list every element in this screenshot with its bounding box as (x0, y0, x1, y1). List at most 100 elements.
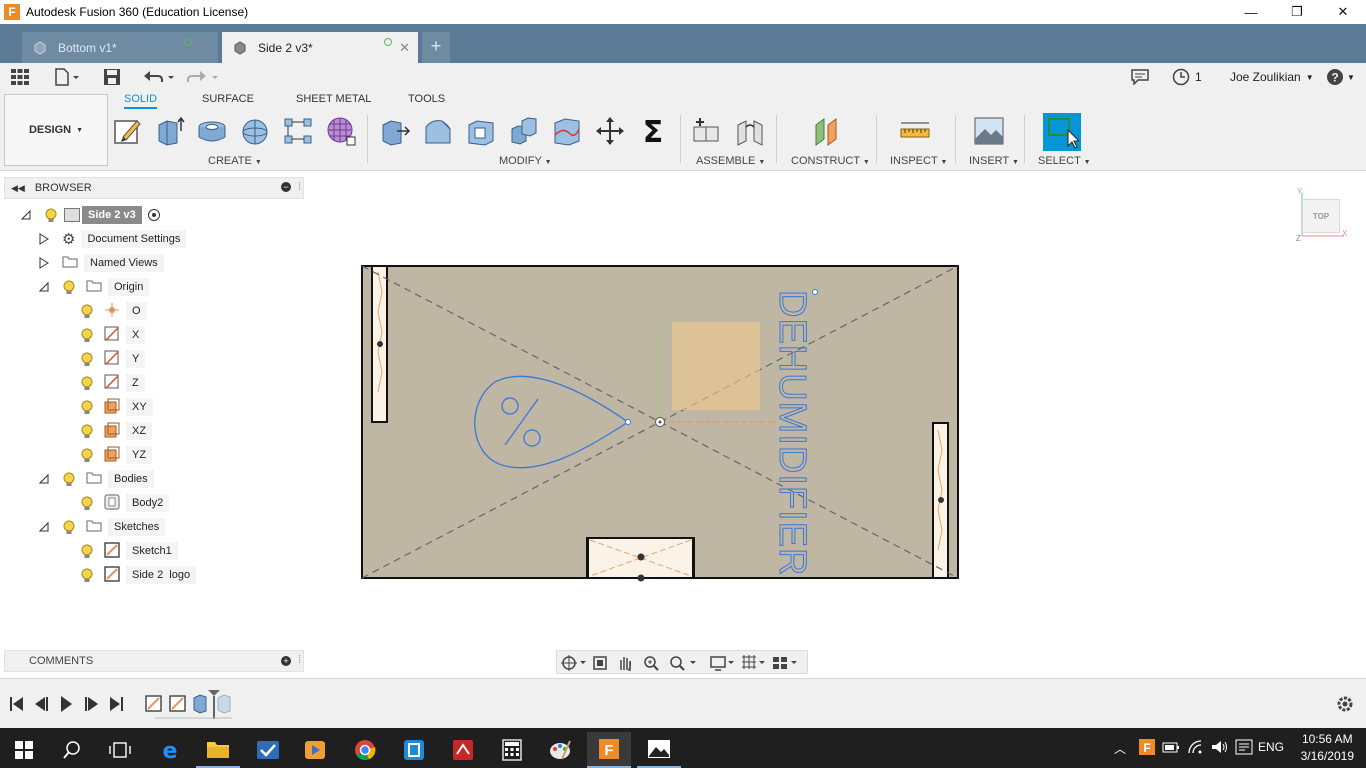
save-button[interactable] (103, 67, 121, 87)
visibility-bulb-icon[interactable] (62, 519, 76, 535)
browser-panel-header[interactable]: ◀◀ BROWSER − ⁞ (4, 177, 304, 199)
tree-item-z-axis[interactable]: Z (80, 372, 145, 394)
tree-root[interactable]: Side 2 v3 (20, 204, 160, 226)
insert-group-menu[interactable]: INSERT ▼ (969, 155, 1019, 167)
construct-group-menu[interactable]: CONSTRUCT ▼ (791, 155, 870, 167)
edge-app[interactable]: e (148, 732, 192, 768)
tree-item-named-views[interactable]: Named Views (38, 252, 164, 274)
tab-sheet-metal[interactable]: SHEET METAL (296, 93, 371, 105)
tree-item-sketches[interactable]: Sketches (38, 516, 166, 538)
tree-item-xz-plane[interactable]: XZ (80, 420, 153, 442)
start-button[interactable] (2, 732, 46, 768)
timeline-sketch-icon[interactable] (145, 695, 162, 712)
expand-triangle-icon[interactable] (38, 233, 50, 245)
visibility-bulb-icon[interactable] (80, 447, 94, 463)
chrome-app[interactable] (343, 732, 387, 768)
fusion-360-app[interactable]: F (587, 732, 631, 768)
battery-icon[interactable] (1162, 740, 1180, 754)
step-forward-icon[interactable] (85, 697, 98, 711)
collapse-triangle-icon[interactable] (20, 209, 32, 221)
create-group-menu[interactable]: CREATE ▼ (208, 155, 262, 167)
fit-icon[interactable] (670, 656, 696, 671)
form-button[interactable] (324, 114, 358, 148)
visibility-bulb-icon[interactable] (80, 567, 94, 583)
close-tab-icon[interactable]: ✕ (199, 40, 210, 56)
measure-button[interactable] (898, 114, 932, 148)
expand-triangle-icon[interactable] (38, 257, 50, 269)
orbit-icon[interactable] (561, 655, 586, 671)
red-app[interactable] (441, 732, 485, 768)
step-back-icon[interactable] (35, 697, 48, 711)
tree-item-side-2-logo[interactable]: Side 2 logo (80, 564, 197, 586)
visibility-bulb-icon[interactable] (62, 279, 76, 295)
help-button[interactable]: ? ▼ (1326, 67, 1355, 87)
assemble-group-menu[interactable]: ASSEMBLE ▼ (696, 155, 765, 167)
panel-grip-icon[interactable]: ⁞ (298, 181, 301, 193)
close-tab-icon[interactable]: ✕ (399, 40, 410, 56)
parameters-button[interactable]: Σ (636, 114, 670, 148)
undo-button[interactable] (143, 67, 177, 87)
tray-fusion-icon[interactable]: F (1138, 738, 1156, 756)
modify-group-menu[interactable]: MODIFY ▼ (499, 155, 552, 167)
new-tab-button[interactable]: + (422, 32, 450, 63)
move-copy-button[interactable] (593, 114, 627, 148)
visibility-bulb-icon[interactable] (80, 375, 94, 391)
media-player-app[interactable] (293, 732, 337, 768)
select-group-menu[interactable]: SELECT ▼ (1038, 155, 1091, 167)
maximize-button[interactable]: ❐ (1274, 0, 1320, 24)
tree-item-origin[interactable]: Origin (38, 276, 150, 298)
insert-canvas-button[interactable] (972, 114, 1006, 148)
play-icon[interactable] (61, 696, 72, 712)
visibility-bulb-icon[interactable] (80, 543, 94, 559)
select-button[interactable] (1043, 113, 1081, 151)
tasks-app[interactable] (246, 732, 290, 768)
visibility-bulb-icon[interactable] (80, 423, 94, 439)
tab-side-2-v3[interactable]: Side 2 v3* ✕ (222, 32, 418, 63)
blue-app[interactable] (392, 732, 436, 768)
combine-button[interactable] (507, 114, 541, 148)
offset-plane-button[interactable] (809, 114, 843, 148)
visibility-bulb-icon[interactable] (44, 207, 58, 223)
visibility-bulb-icon[interactable] (62, 471, 76, 487)
forward-end-icon[interactable] (110, 697, 123, 711)
revolve-button[interactable] (195, 114, 229, 148)
show-hidden-icons-chevron-icon[interactable]: ︿ (1114, 740, 1126, 757)
tree-item-bodies[interactable]: Bodies (38, 468, 154, 490)
look-at-icon[interactable] (593, 656, 607, 670)
tab-tools[interactable]: TOOLS (408, 93, 445, 105)
user-menu-button[interactable]: Joe Zoulikian ▼ (1230, 67, 1314, 87)
tree-item-y-axis[interactable]: Y (80, 348, 146, 370)
sweep-button[interactable] (238, 114, 272, 148)
data-panel-button[interactable] (10, 67, 30, 87)
visibility-bulb-icon[interactable] (80, 351, 94, 367)
inspect-group-menu[interactable]: INSPECT ▼ (890, 155, 947, 167)
panel-grip-icon[interactable]: ⁞ (298, 654, 301, 666)
zoom-icon[interactable] (644, 656, 659, 671)
wifi-icon[interactable] (1187, 739, 1205, 755)
calculator-app[interactable] (490, 732, 534, 768)
new-component-button[interactable] (690, 114, 724, 148)
minimize-panel-icon[interactable]: − (281, 182, 291, 192)
close-button[interactable]: ✕ (1320, 0, 1366, 24)
pattern-button[interactable] (281, 114, 315, 148)
viewports-icon[interactable] (773, 657, 797, 669)
task-view-button[interactable] (98, 732, 142, 768)
tree-item-sketch1[interactable]: Sketch1 (80, 540, 178, 562)
fillet-button[interactable] (421, 114, 455, 148)
tab-bottom-v1[interactable]: Bottom v1* ✕ (22, 32, 218, 63)
photos-app[interactable] (637, 732, 681, 768)
input-language[interactable]: ENG (1258, 740, 1284, 754)
tree-item-body2[interactable]: Body2 (80, 492, 170, 514)
press-pull-button[interactable] (378, 114, 412, 148)
split-face-button[interactable] (550, 114, 584, 148)
collapse-triangle-icon[interactable] (38, 473, 50, 485)
minimize-button[interactable]: — (1228, 0, 1274, 24)
grid-settings-icon[interactable] (742, 655, 765, 669)
collapse-panel-icon[interactable]: ◀◀ (11, 183, 25, 194)
rewind-start-icon[interactable] (10, 697, 23, 711)
visibility-bulb-icon[interactable] (80, 399, 94, 415)
timeline-extrude-icon[interactable] (193, 694, 207, 714)
visibility-bulb-icon[interactable] (80, 495, 94, 511)
workspace-switcher[interactable]: DESIGN ▼ (4, 94, 108, 166)
activate-radio-icon[interactable] (147, 209, 160, 221)
